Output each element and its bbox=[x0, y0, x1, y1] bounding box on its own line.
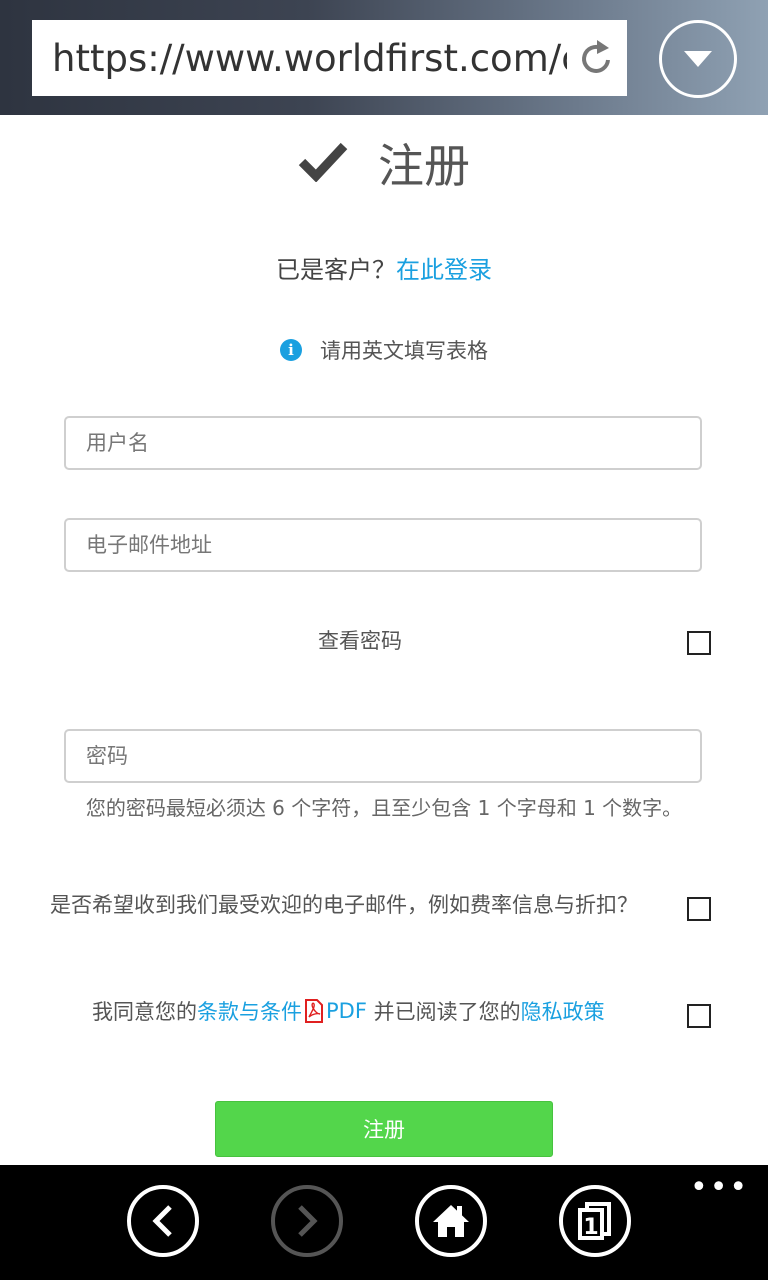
page-title-text: 注册 bbox=[378, 139, 470, 193]
browser-address-bar: https://www.worldfirst.com/cr bbox=[0, 0, 768, 115]
home-icon[interactable] bbox=[415, 1185, 487, 1257]
pdf-icon[interactable] bbox=[304, 999, 324, 1023]
show-password-label: 查看密码 bbox=[318, 629, 402, 653]
terms-link[interactable]: 条款与条件 bbox=[197, 996, 302, 1026]
register-button[interactable]: 注册 bbox=[215, 1101, 553, 1157]
dropdown-arrow-icon[interactable] bbox=[659, 20, 737, 98]
username-field[interactable] bbox=[64, 416, 702, 470]
browser-nav-bar: 1 ••• bbox=[0, 1165, 768, 1280]
english-hint: i 请用英文填写表格 bbox=[0, 335, 768, 365]
password-requirements: 您的密码最短必须达 6 个字符，且至少包含 1 个字母和 1 个数字。 bbox=[85, 796, 683, 820]
back-icon[interactable] bbox=[127, 1185, 199, 1257]
email-field[interactable] bbox=[64, 518, 702, 572]
newsletter-label: 是否希望收到我们最受欢迎的电子邮件，例如费率信息与折扣？ bbox=[50, 893, 638, 917]
existing-customer-text: 已是客户？ bbox=[276, 256, 396, 284]
more-menu-icon[interactable]: ••• bbox=[690, 1173, 749, 1203]
refresh-icon[interactable] bbox=[567, 20, 627, 96]
tab-count: 1 bbox=[583, 1215, 598, 1240]
forward-icon[interactable] bbox=[271, 1185, 343, 1257]
tabs-icon[interactable]: 1 bbox=[559, 1185, 631, 1257]
existing-customer-line: 已是客户？在此登录 bbox=[0, 250, 768, 285]
password-field[interactable] bbox=[64, 729, 702, 783]
pdf-link[interactable]: PDF bbox=[326, 999, 367, 1023]
page-title: 注册 bbox=[0, 128, 768, 198]
show-password-checkbox[interactable] bbox=[687, 631, 711, 655]
agree-prefix: 我同意您的 bbox=[92, 1000, 197, 1024]
hint-text: 请用英文填写表格 bbox=[320, 339, 488, 363]
terms-checkbox[interactable] bbox=[687, 1004, 711, 1028]
info-icon: i bbox=[280, 339, 302, 361]
terms-agreement: 我同意您的 条款与条件 PDF 并已阅读了您的 隐私政策 bbox=[92, 996, 672, 1026]
agree-middle: 并已阅读了您的 bbox=[366, 1000, 521, 1024]
login-link[interactable]: 在此登录 bbox=[396, 256, 492, 284]
url-text[interactable]: https://www.worldfirst.com/cr bbox=[32, 37, 567, 80]
url-field[interactable]: https://www.worldfirst.com/cr bbox=[32, 20, 627, 96]
privacy-link[interactable]: 隐私政策 bbox=[521, 996, 605, 1026]
checkmark-icon bbox=[298, 140, 348, 186]
newsletter-checkbox[interactable] bbox=[687, 897, 711, 921]
